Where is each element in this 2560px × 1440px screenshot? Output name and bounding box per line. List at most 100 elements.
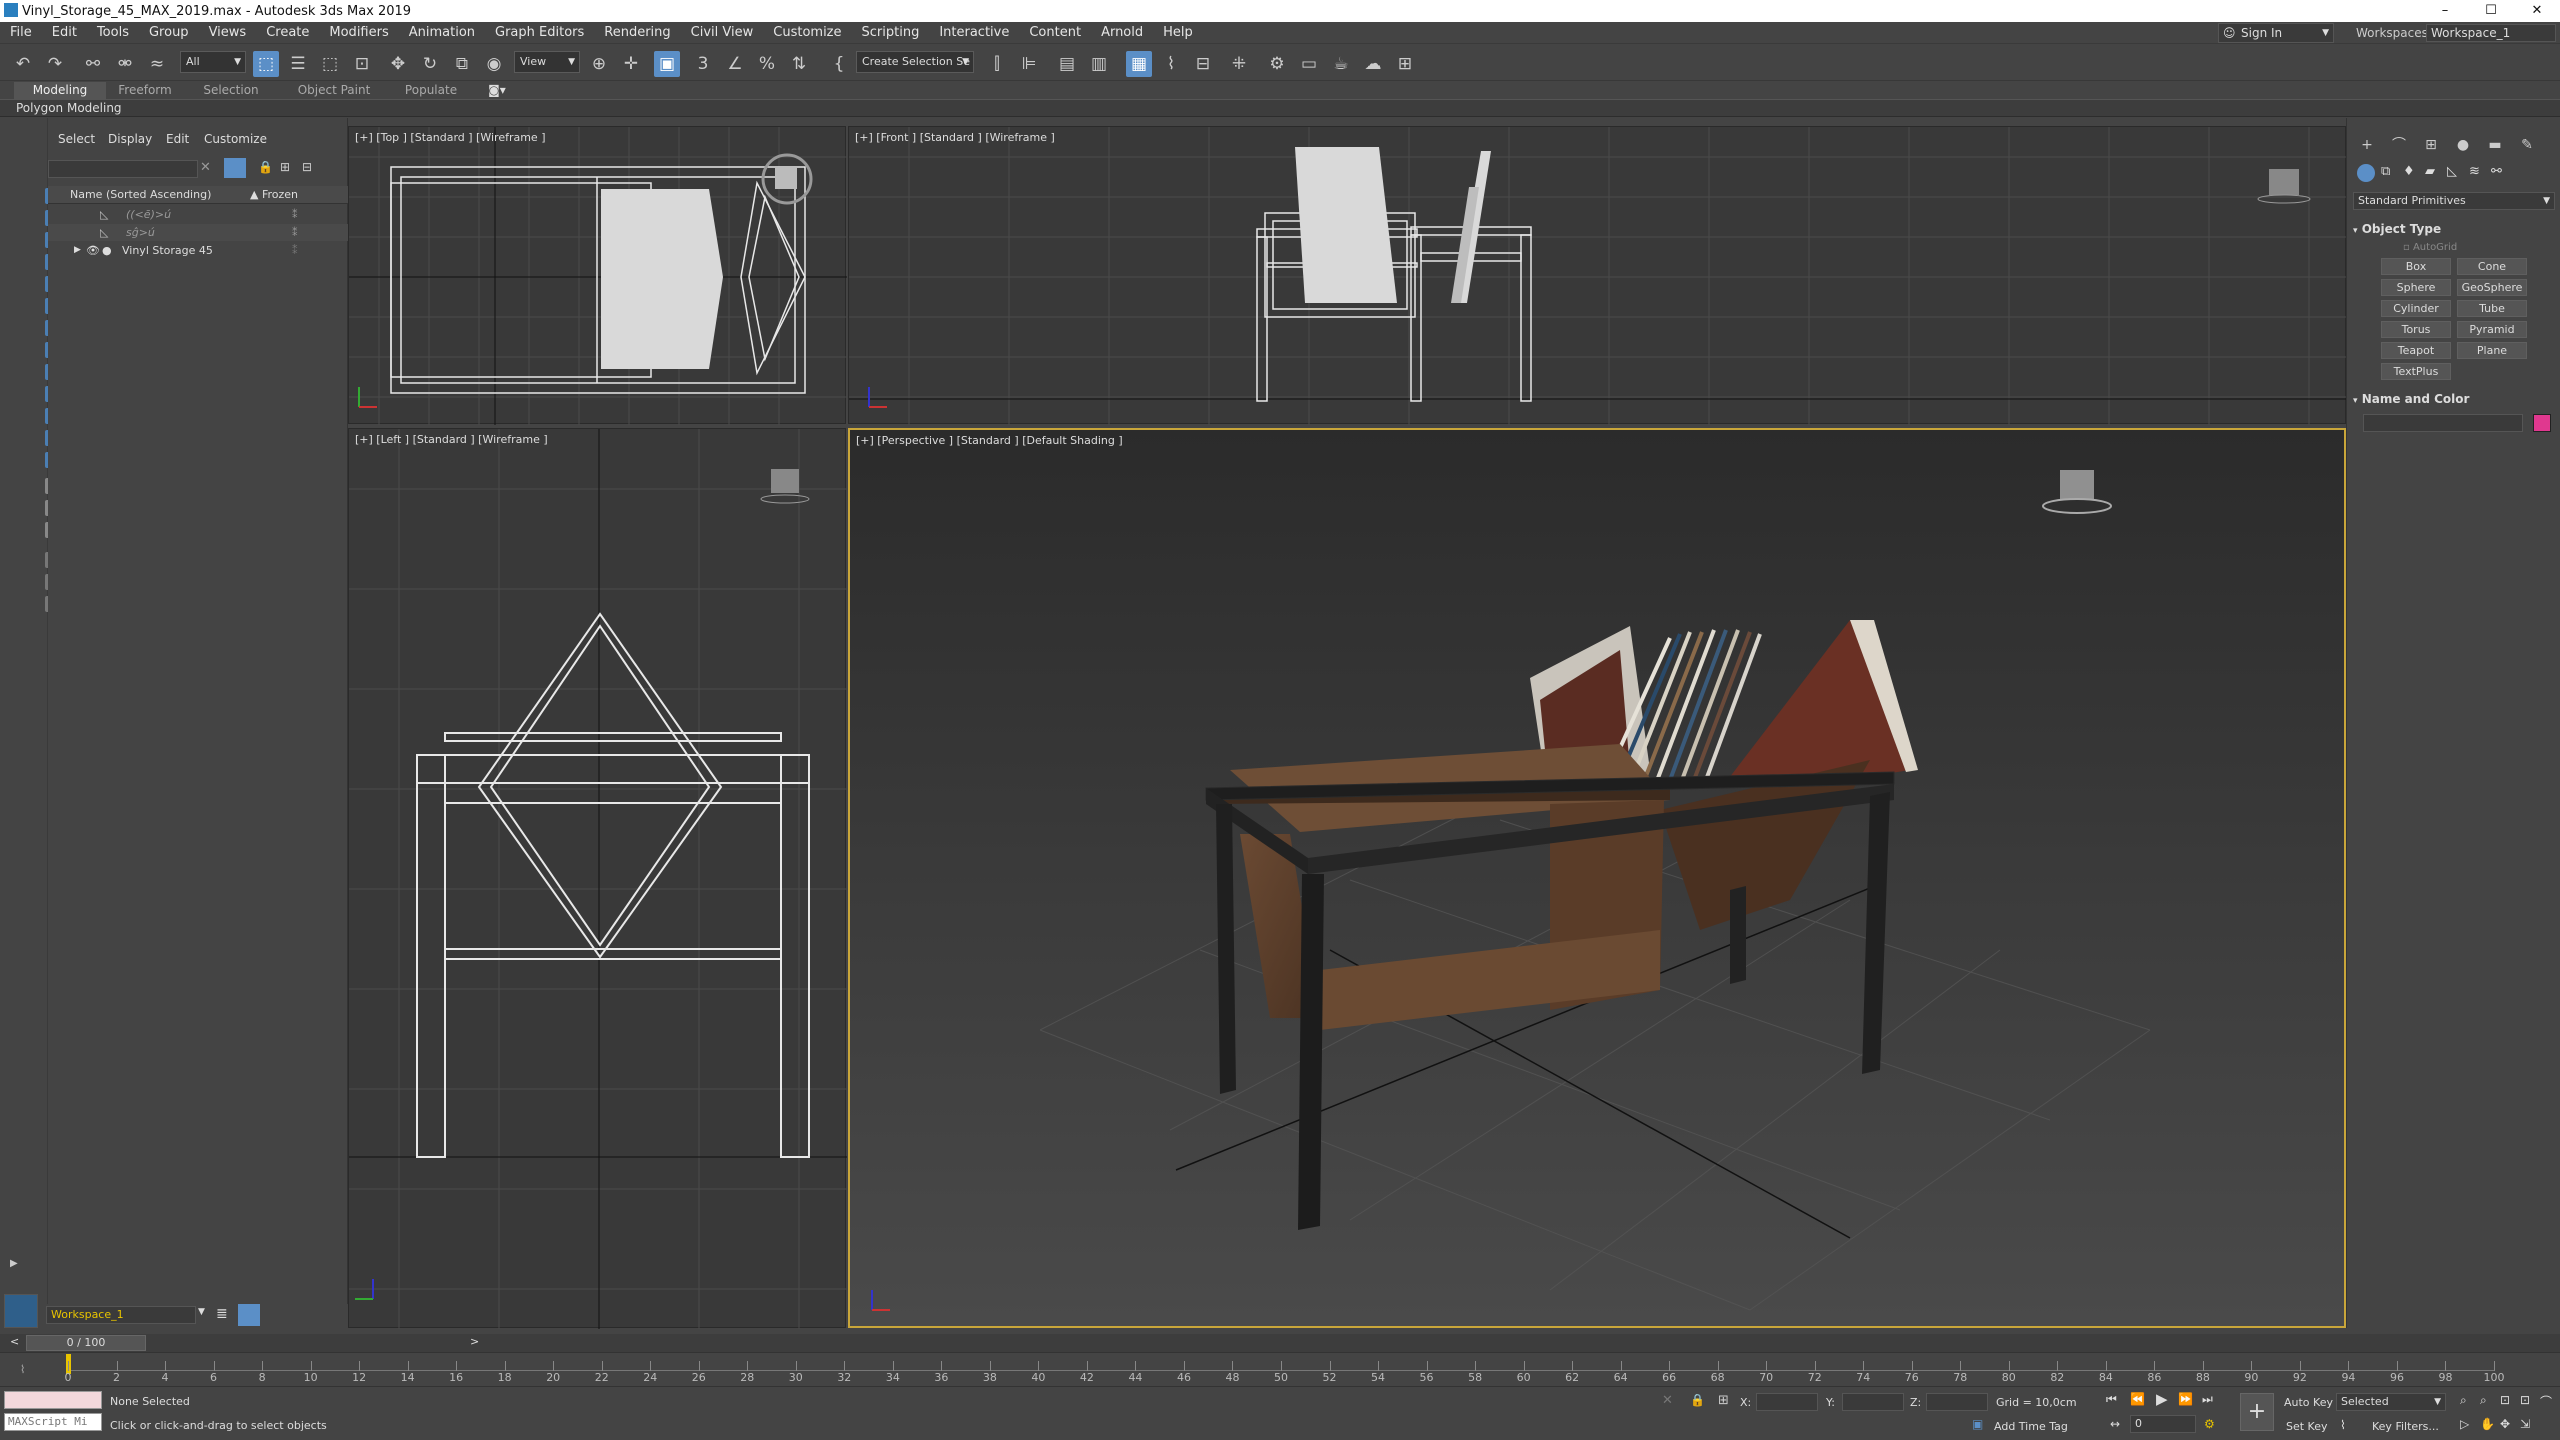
chevron-down-icon[interactable]: ▼ — [198, 1307, 205, 1317]
lock-icon[interactable]: 🔒 — [258, 160, 273, 174]
object-color-swatch[interactable] — [2533, 414, 2551, 432]
toggle-layer-explorer-icon[interactable]: ▥ — [1086, 51, 1112, 77]
explorer-menu-display[interactable]: Display — [108, 132, 152, 146]
display-tab-icon[interactable]: ▬ — [2483, 134, 2507, 156]
menu-tools[interactable]: Tools — [87, 22, 139, 44]
curve-editor-icon[interactable]: ⌇ — [1158, 51, 1184, 77]
angle-snap-icon[interactable]: ∠ — [722, 51, 748, 77]
keyboard-shortcut-toggle-icon[interactable]: ▣ — [654, 51, 680, 77]
pivot-center-icon[interactable]: ⊕ — [586, 51, 612, 77]
menu-arnold[interactable]: Arnold — [1091, 22, 1153, 44]
geosphere-button[interactable]: GeoSphere — [2457, 279, 2527, 296]
menu-group[interactable]: Group — [139, 22, 199, 44]
layers-icon[interactable]: ≣ — [216, 1306, 228, 1322]
x-coordinate-input[interactable] — [1756, 1393, 1818, 1411]
play-icon[interactable]: ▶ — [2156, 1390, 2168, 1408]
create-tab-icon[interactable]: + — [2355, 134, 2379, 156]
viewport-front[interactable]: [+] [Front ] [Standard ] [Wireframe ] — [848, 126, 2347, 425]
explorer-menu-edit[interactable]: Edit — [166, 132, 189, 146]
rect-selection-icon[interactable]: ⬚ — [317, 51, 343, 77]
walk-through-icon[interactable]: ▷ — [2460, 1417, 2469, 1431]
column-frozen[interactable]: ▲ Frozen — [250, 188, 298, 201]
field-of-view-icon[interactable]: ⌒ — [2540, 1393, 2552, 1410]
shapes-icon[interactable]: ⧉ — [2381, 164, 2390, 179]
name-and-color-rollout[interactable]: ▾ Name and Color — [2353, 392, 2555, 406]
viewport-label[interactable]: [+] [Front ] [Standard ] [Wireframe ] — [855, 131, 1055, 144]
box-button[interactable]: Box — [2381, 258, 2451, 275]
menu-interactive[interactable]: Interactive — [929, 22, 1019, 44]
zoom-extents-icon[interactable]: ⊡ — [2500, 1393, 2510, 1407]
tab-freeform[interactable]: Freeform — [110, 82, 180, 99]
viewport-layouts-icon[interactable] — [4, 1294, 38, 1328]
ribbon-toggle-icon[interactable]: ◙▾ — [486, 82, 508, 99]
reference-coordinate-dropdown[interactable]: View ▼ — [514, 51, 580, 73]
render-setup-icon[interactable]: ⚙ — [1264, 51, 1290, 77]
z-coordinate-input[interactable] — [1926, 1393, 1988, 1411]
minimize-button[interactable]: – — [2422, 0, 2468, 22]
rotate-icon[interactable]: ↻ — [417, 51, 443, 77]
tab-modeling[interactable]: Modeling — [14, 82, 106, 99]
menu-modifiers[interactable]: Modifiers — [319, 22, 398, 44]
spacewarps-icon[interactable]: ≋ — [2469, 164, 2480, 179]
go-to-start-icon[interactable]: ⏮ — [2106, 1392, 2117, 1407]
menu-graph-editors[interactable]: Graph Editors — [485, 22, 594, 44]
pyramid-button[interactable]: Pyramid — [2457, 321, 2527, 338]
selection-lock-icon[interactable]: 🔒 — [1690, 1393, 1705, 1407]
lights-icon[interactable]: ♦ — [2403, 164, 2415, 179]
maximize-viewport-icon[interactable]: ⇲ — [2520, 1417, 2530, 1431]
zoom-all-icon[interactable]: ⌕ — [2480, 1393, 2487, 1408]
prev-frame-icon[interactable]: < — [10, 1335, 19, 1348]
toggle-scene-explorer-icon[interactable]: ▤ — [1054, 51, 1080, 77]
tab-object-paint[interactable]: Object Paint — [292, 82, 376, 99]
sphere-button[interactable]: Sphere — [2381, 279, 2451, 296]
layer-icon[interactable]: ⊟ — [302, 160, 312, 174]
expand-arrow-icon[interactable]: ▶ — [74, 242, 81, 259]
select-object-icon[interactable]: ⬚ — [253, 51, 279, 77]
maxscript-mini-listener[interactable]: MAXScript Mi — [4, 1413, 102, 1431]
named-selection-dropdown[interactable]: Create Selection Se ▼ — [856, 51, 974, 73]
modify-tab-icon[interactable]: ⌒ — [2387, 134, 2411, 156]
tube-button[interactable]: Tube — [2457, 300, 2527, 317]
next-frame-icon[interactable]: ⏩ — [2178, 1392, 2193, 1406]
orbit-icon[interactable]: ✥ — [2500, 1417, 2510, 1431]
hierarchy-icon[interactable]: ⊞ — [280, 160, 290, 174]
unlink-icon[interactable]: ⚮ — [112, 51, 138, 77]
bind-space-warp-icon[interactable]: ≈ — [144, 51, 170, 77]
filter-toggle-icon[interactable] — [224, 158, 246, 178]
percent-snap-icon[interactable]: % — [754, 51, 780, 77]
expand-arrow-icon[interactable]: ▶ — [10, 1258, 18, 1269]
tab-selection[interactable]: Selection — [196, 82, 266, 99]
menu-customize[interactable]: Customize — [763, 22, 851, 44]
explorer-search-input[interactable] — [48, 160, 198, 178]
mini-curve-editor-icon[interactable]: ⌇ — [20, 1363, 25, 1376]
plane-button[interactable]: Plane — [2457, 342, 2527, 359]
add-time-tag[interactable]: Add Time Tag — [1994, 1420, 2068, 1433]
link-icon[interactable]: ⚯ — [80, 51, 106, 77]
viewport-label[interactable]: [+] [Perspective ] [Standard ] [Default … — [856, 434, 1123, 447]
sign-in-dropdown[interactable]: ☺ Sign In ▼ — [2218, 23, 2334, 43]
render-production-icon[interactable]: ☕ — [1328, 51, 1354, 77]
menu-help[interactable]: Help — [1153, 22, 1203, 44]
explorer-menu-select[interactable]: Select — [58, 132, 95, 146]
teapot-button[interactable]: Teapot — [2381, 342, 2451, 359]
cone-button[interactable]: Cone — [2457, 258, 2527, 275]
close-button[interactable]: ✕ — [2514, 0, 2560, 22]
workspace-field[interactable]: Workspace_1 — [46, 1306, 196, 1324]
menu-edit[interactable]: Edit — [42, 22, 87, 44]
time-slider[interactable]: < 0 / 100 > — [0, 1334, 2560, 1352]
viewport-label[interactable]: [+] [Top ] [Standard ] [Wireframe ] — [355, 131, 546, 144]
toggle-ribbon-icon[interactable]: ▦ — [1126, 51, 1152, 77]
rendered-frame-window-icon[interactable]: ▭ — [1296, 51, 1322, 77]
move-icon[interactable]: ✥ — [385, 51, 411, 77]
redo-icon[interactable]: ↷ — [42, 51, 68, 77]
previous-frame-icon[interactable]: ⏪ — [2130, 1392, 2145, 1406]
column-name[interactable]: Name (Sorted Ascending) — [70, 188, 211, 201]
align-icon[interactable]: ⊫ — [1016, 51, 1042, 77]
snaps-toggle-icon[interactable]: 3 — [690, 51, 716, 77]
undo-icon[interactable]: ↶ — [10, 51, 36, 77]
isolate-selection-icon[interactable]: ✕ — [1662, 1393, 1673, 1408]
cameras-icon[interactable]: ▰ — [2425, 164, 2435, 179]
viewport-top[interactable]: [+] [Top ] [Standard ] [Wireframe ] — [348, 126, 847, 425]
viewport-left[interactable]: [+] [Left ] [Standard ] [Wireframe ] — [348, 428, 847, 1329]
workspace-dropdown[interactable]: Workspace_1 — [2426, 24, 2556, 42]
